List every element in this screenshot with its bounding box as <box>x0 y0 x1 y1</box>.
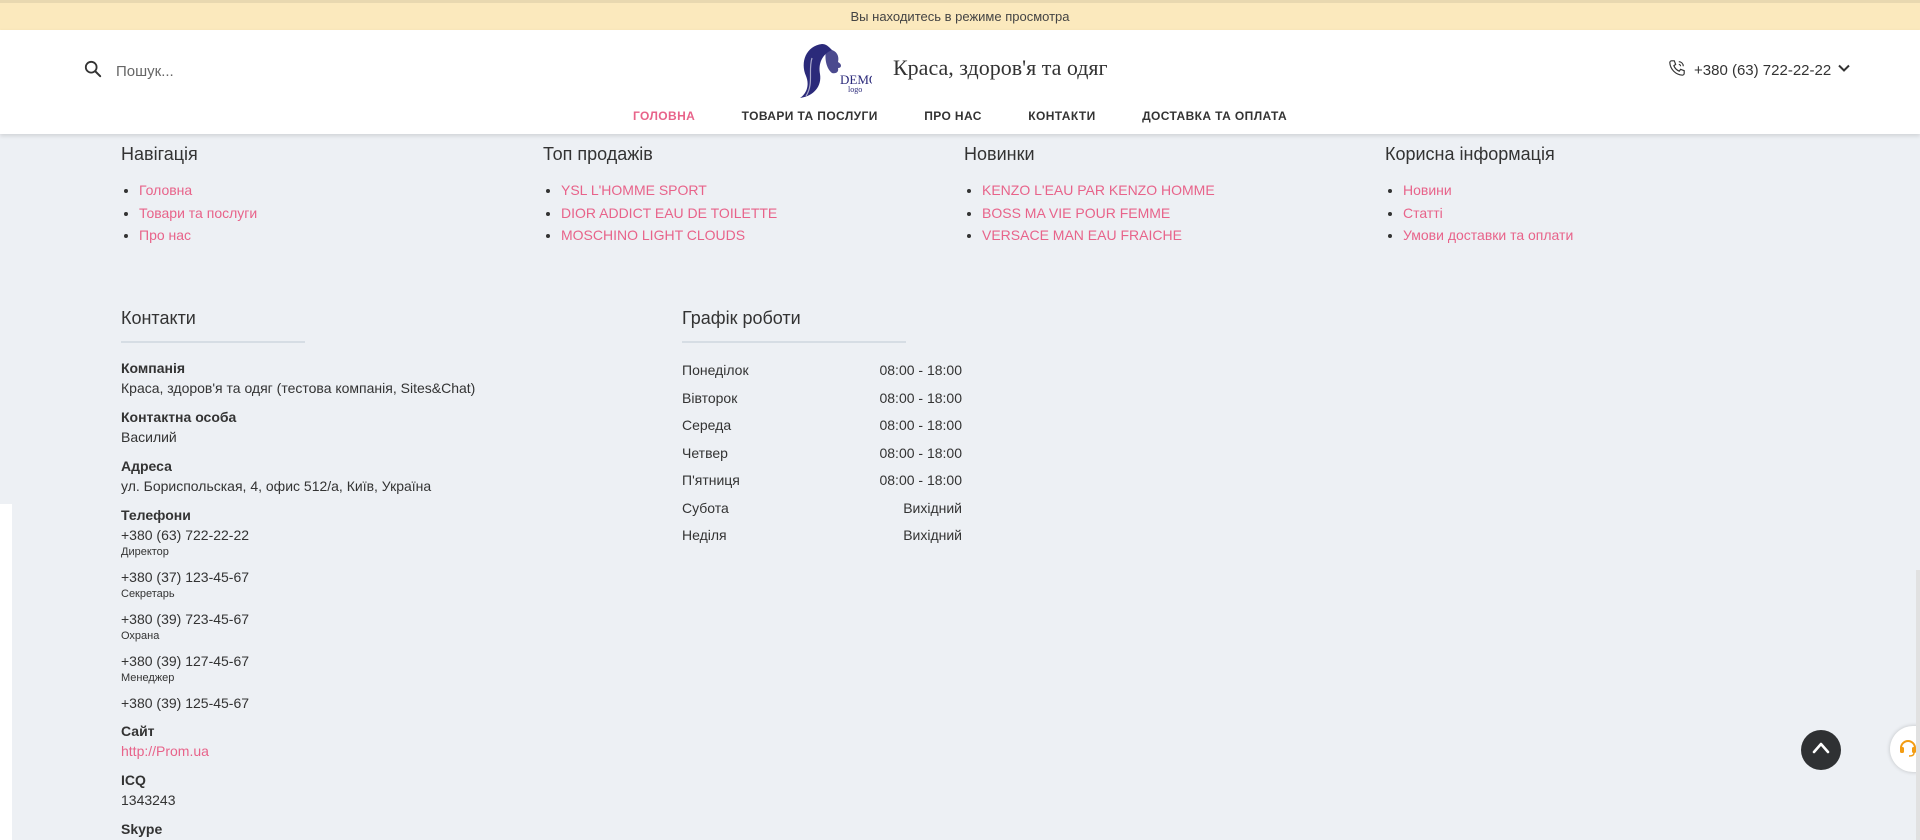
company-value: Краса, здоров'я та одяг (тестова компані… <box>121 380 476 396</box>
nav-about[interactable]: Про нас <box>924 109 982 123</box>
preview-mode-banner: Вы находитесь в режиме просмотра <box>0 0 1920 30</box>
footer-link[interactable]: Новини <box>1403 179 1573 202</box>
footer-column-title: Новинки <box>964 144 1035 164</box>
address-label: Адреса <box>121 458 172 474</box>
footer-link[interactable]: Про нас <box>139 224 257 247</box>
footer-column-navigation: Навігація Головна Товари та послуги Про … <box>121 144 257 247</box>
phone-note: Менеджер <box>121 672 175 684</box>
schedule-row: Середа 08:00 - 18:00 <box>682 417 962 433</box>
scroll-to-top-button[interactable] <box>1801 730 1841 770</box>
contacts-section: Контакти Компанія Краса, здоров'я та одя… <box>121 308 601 839</box>
nav-home[interactable]: Головна <box>633 109 695 123</box>
schedule-row: Понеділок 08:00 - 18:00 <box>682 362 962 378</box>
svg-text:logo: logo <box>848 85 862 94</box>
page-edge <box>0 134 12 504</box>
arrow-up-icon <box>1810 737 1832 764</box>
icq-value: 1343243 <box>121 792 176 808</box>
phone-number[interactable]: +380 (63) 722-22-22 <box>121 525 601 545</box>
footer-link[interactable]: MOSCHINO LIGHT CLOUDS <box>561 224 777 247</box>
main-nav: Головна Товари та послуги Про нас Контак… <box>0 107 1920 125</box>
search-box[interactable] <box>84 60 416 83</box>
nav-products-services[interactable]: Товари та послуги <box>742 109 878 123</box>
footer-column-new-arrivals: Новинки KENZO L'EAU PAR KENZO HOMME BOSS… <box>964 144 1215 247</box>
contact-person-label: Контактна особа <box>121 409 237 425</box>
section-divider <box>121 341 305 343</box>
schedule-row: Неділя Вихідний <box>682 527 962 543</box>
schedule-row: Субота Вихідний <box>682 499 962 516</box>
footer-column-top-sales: Топ продажів YSL L'HOMME SPORT DIOR ADDI… <box>543 144 777 247</box>
schedule-row: Вівторок 08:00 - 18:00 <box>682 389 962 406</box>
schedule-section: Графік роботи Понеділок 08:00 - 18:00 Вів… <box>682 308 962 550</box>
search-input[interactable] <box>116 63 416 80</box>
footer-link[interactable]: Статті <box>1403 202 1573 225</box>
address-value: ул. Бориспольская, 4, офис 512/а, Київ, … <box>121 478 432 494</box>
search-icon[interactable] <box>84 60 102 83</box>
headset-icon <box>1891 736 1919 763</box>
header-phone-number[interactable]: +380 (63) 722-22-22 <box>1694 62 1831 79</box>
site-title[interactable]: Краса, здоров'я та одяг <box>893 55 1108 81</box>
footer-link[interactable]: Умови доставки та оплати <box>1403 224 1573 247</box>
phone-number[interactable]: +380 (39) 723-45-67 <box>121 609 601 629</box>
schedule-row: П'ятниця 08:00 - 18:00 <box>682 472 962 488</box>
preview-mode-text: Вы находитесь в режиме просмотра <box>850 9 1070 24</box>
nav-delivery-payment[interactable]: Доставка та оплата <box>1142 109 1287 123</box>
contact-person-value: Василий <box>121 429 177 445</box>
site-logo[interactable]: DEMO logo <box>792 40 878 100</box>
site-link[interactable]: http://Prom.ua <box>121 741 601 762</box>
footer-column-title: Корисна інформація <box>1385 144 1555 164</box>
footer-column-title: Топ продажів <box>543 144 653 164</box>
footer-link[interactable]: KENZO L'EAU PAR KENZO HOMME <box>982 179 1215 202</box>
scrollbar[interactable] <box>1916 570 1920 840</box>
site-label: Сайт <box>121 723 155 739</box>
contacts-title: Контакти <box>121 308 196 328</box>
footer-link[interactable]: VERSACE MAN EAU FRAICHE <box>982 224 1215 247</box>
footer-column-title: Навігація <box>121 144 198 164</box>
company-label: Компанія <box>121 360 186 376</box>
footer-link[interactable]: DIOR ADDICT EAU DE TOILETTE <box>561 202 777 225</box>
phone-number[interactable]: +380 (37) 123-45-67 <box>121 567 601 587</box>
header-phone[interactable]: +380 (63) 722-22-22 <box>1668 59 1851 81</box>
phone-note: Директор <box>121 546 169 558</box>
phone-icon <box>1668 59 1694 81</box>
phone-number[interactable]: +380 (39) 127-45-67 <box>121 651 601 671</box>
footer-column-useful-info: Корисна інформація Новини Статті Умови д… <box>1385 144 1573 247</box>
footer-link[interactable]: Товари та послуги <box>139 202 257 225</box>
footer-link[interactable]: YSL L'HOMME SPORT <box>561 179 777 202</box>
schedule-row: Четвер 08:00 - 18:00 <box>682 444 962 461</box>
phone-number[interactable]: +380 (39) 125-45-67 <box>121 693 601 713</box>
phones-label: Телефони <box>121 507 191 523</box>
icq-label: ICQ <box>121 772 146 788</box>
site-header: DEMO logo Краса, здоров'я та одяг +380 (… <box>0 30 1920 134</box>
nav-contacts[interactable]: Контакти <box>1028 109 1095 123</box>
footer-link[interactable]: Головна <box>139 179 257 202</box>
schedule-title: Графік роботи <box>682 308 801 328</box>
chevron-down-icon[interactable] <box>1831 61 1851 79</box>
footer-link[interactable]: BOSS MA VIE POUR FEMME <box>982 202 1215 225</box>
phone-note: Секретарь <box>121 588 175 600</box>
skype-label: Skype <box>121 821 163 837</box>
section-divider <box>682 341 906 343</box>
phone-note: Охрана <box>121 630 160 642</box>
